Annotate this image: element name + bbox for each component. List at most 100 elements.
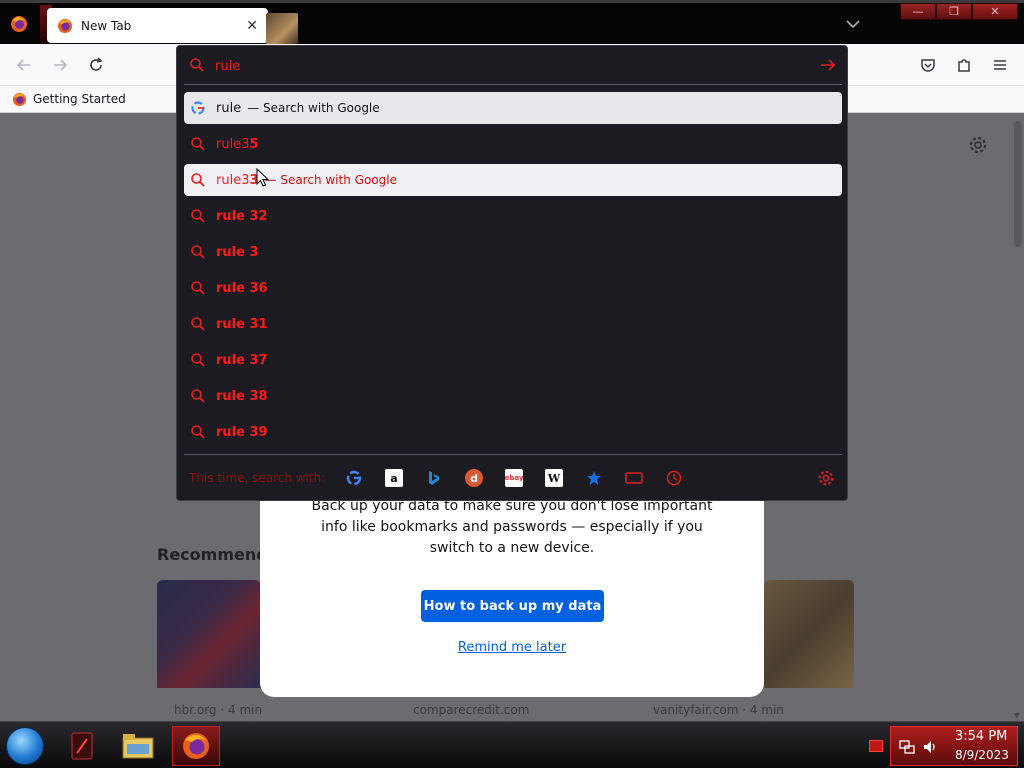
suggestion-text: rule 32	[216, 209, 268, 224]
mouse-cursor-icon	[256, 168, 270, 187]
search-icon	[191, 281, 205, 295]
suggestion-completion-part: rule 38	[216, 388, 268, 404]
search-icon	[191, 137, 205, 151]
suggestion-row[interactable]: rule 39	[184, 416, 842, 448]
suggestion-completion-part: rule 37	[216, 352, 268, 368]
maximize-button[interactable]: ❐	[936, 3, 972, 20]
suggestion-row[interactable]: rule 32	[184, 200, 842, 232]
back-button[interactable]	[13, 54, 35, 76]
search-icon	[191, 245, 205, 259]
bookmarks-icon[interactable]	[585, 469, 603, 487]
hamburger-menu-icon	[994, 60, 1006, 70]
firefox-icon	[58, 18, 72, 33]
close-window-button[interactable]: ✕	[972, 3, 1018, 20]
suggestion-action: — Search with Google	[264, 173, 397, 187]
suggestion-action: — Search with Google	[247, 101, 380, 115]
minimize-button[interactable]: —	[900, 3, 936, 20]
search-icon	[191, 425, 205, 439]
suggestion-row[interactable]: rule 3	[184, 236, 842, 268]
taskbar-app-media[interactable]	[58, 726, 106, 766]
suggestion-text: rule 37	[216, 353, 268, 368]
suggestion-text: rule 31	[216, 317, 268, 332]
extensions-button[interactable]	[953, 54, 975, 76]
backup-data-button[interactable]: How to back up my data	[421, 590, 604, 622]
suggestion-text: rule	[216, 101, 241, 116]
forward-button[interactable]	[49, 54, 71, 76]
amazon-icon[interactable]: a	[385, 469, 403, 487]
volume-icon[interactable]	[922, 739, 938, 755]
urlbar-dropdown: rule — Search with Google rule35 rule33— Se…	[176, 45, 848, 501]
suggestion-row[interactable]: rule35	[184, 128, 842, 160]
suggestion-text: rule 38	[216, 389, 268, 404]
search-icon	[191, 209, 205, 223]
search-icon	[191, 389, 205, 403]
start-button[interactable]	[6, 727, 44, 765]
taskbar-app-explorer[interactable]	[114, 726, 162, 766]
tabs-icon[interactable]	[625, 469, 643, 487]
scroll-down-arrow-icon[interactable]: ▼	[1012, 711, 1022, 720]
firefox-icon	[183, 733, 209, 759]
suggestion-text: rule 36	[216, 281, 268, 296]
window-controls: — ❐ ✕	[900, 3, 1018, 21]
divider	[184, 454, 842, 455]
ebay-icon[interactable]: ebay	[505, 469, 523, 487]
bookmark-getting-started[interactable]: Getting Started	[12, 92, 126, 107]
remind-later-link[interactable]: Remind me later	[260, 640, 764, 655]
one-off-label: This time, search with:	[189, 471, 326, 485]
search-icon	[190, 58, 204, 72]
google-icon	[191, 101, 205, 115]
network-icon[interactable]	[899, 739, 915, 755]
divider	[184, 84, 842, 85]
tab-title: New Tab	[81, 18, 132, 33]
taskbar-app-firefox[interactable]	[172, 726, 220, 766]
wikipedia-icon[interactable]: W	[545, 469, 563, 487]
suggestion-row[interactable]: rule 31	[184, 308, 842, 340]
suggestion-text: rule 39	[216, 425, 268, 440]
title-bar: New Tab ✕ — ❐ ✕	[0, 0, 1024, 45]
card-source: hbr.org · 4 min	[174, 703, 263, 717]
arrow-left-icon	[16, 59, 30, 71]
gear-icon[interactable]	[968, 135, 988, 155]
go-arrow-icon[interactable]	[819, 57, 837, 73]
tab-thumbnail[interactable]	[266, 13, 298, 45]
close-tab-icon[interactable]: ✕	[246, 18, 258, 34]
scrollbar-thumb[interactable]	[1014, 121, 1022, 247]
taskbar: 3:54 PM 8/9/2023	[0, 721, 1024, 768]
search-icon	[191, 353, 205, 367]
card-image-vanityfair[interactable]	[764, 580, 854, 688]
card-image-hbr[interactable]	[157, 580, 261, 688]
action-center-flag-icon[interactable]	[869, 740, 883, 752]
suggestion-row[interactable]: rule 37	[184, 344, 842, 376]
search-settings-gear-icon[interactable]	[817, 469, 835, 487]
bookmark-label: Getting Started	[33, 92, 126, 106]
firefox-icon[interactable]	[10, 15, 28, 33]
suggestion-row[interactable]: rule 36	[184, 272, 842, 304]
duckduckgo-icon[interactable]: d	[465, 469, 483, 487]
suggestion-completion-part: rule 39	[216, 424, 268, 440]
suggestion-completion-part: rule 32	[216, 208, 268, 224]
suggestion-typed-part: rule3	[216, 136, 250, 152]
system-tray: 3:54 PM 8/9/2023	[890, 726, 1018, 766]
suggestion-row[interactable]: rule33 — Search with Google	[184, 164, 842, 196]
clock-date[interactable]: 8/9/2023	[955, 748, 1009, 762]
suggestion-row[interactable]: rule — Search with Google	[184, 92, 842, 124]
chevron-down-icon[interactable]	[846, 19, 860, 29]
history-icon[interactable]	[665, 469, 683, 487]
bing-icon[interactable]	[425, 469, 443, 487]
card-source: comparecredit.com	[413, 703, 530, 717]
suggestion-row[interactable]: rule 38	[184, 380, 842, 412]
suggestion-completion-part: rule 3	[216, 244, 259, 260]
puzzle-icon	[958, 59, 970, 72]
folder-icon	[122, 734, 154, 759]
google-icon[interactable]	[345, 469, 363, 487]
url-input[interactable]	[215, 56, 775, 76]
clock-time[interactable]: 3:54 PM	[955, 729, 1007, 744]
reload-button[interactable]	[85, 54, 107, 76]
card-source: vanityfair.com · 4 min	[653, 703, 784, 717]
suggestion-completion-part: rule 36	[216, 280, 268, 296]
app-menu-button[interactable]	[989, 54, 1011, 76]
suggestion-completion-part: rule 31	[216, 316, 268, 332]
tab-new-tab[interactable]: New Tab ✕	[47, 8, 268, 43]
reload-icon	[90, 57, 103, 71]
pocket-button[interactable]	[917, 54, 939, 76]
